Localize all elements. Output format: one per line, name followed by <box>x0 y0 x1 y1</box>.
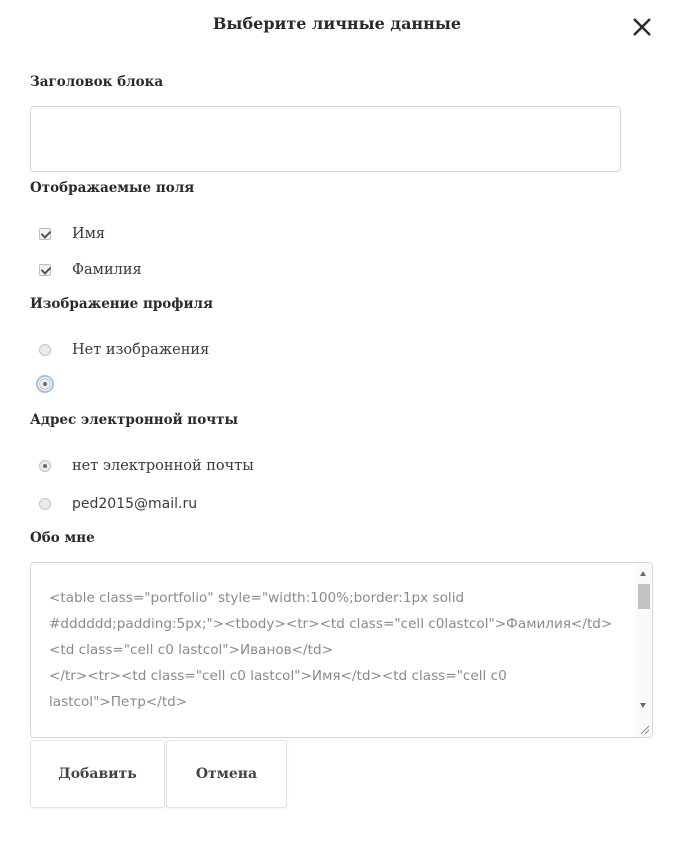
image-radio[interactable] <box>36 375 54 393</box>
email-address-radio[interactable] <box>39 498 51 510</box>
surname-checkbox[interactable] <box>39 264 51 276</box>
name-checkbox[interactable] <box>39 228 51 240</box>
name-checkbox-label: Имя <box>72 226 106 242</box>
no-image-radio[interactable] <box>39 344 51 356</box>
no-email-radio[interactable] <box>39 460 51 472</box>
about-label: Обо мне <box>30 530 95 546</box>
scroll-thumb[interactable] <box>638 584 650 609</box>
cancel-button[interactable]: Отмена <box>166 740 287 808</box>
surname-checkbox-label: Фамилия <box>72 262 142 278</box>
profile-image-label: Изображение профиля <box>30 296 213 312</box>
scroll-up-icon[interactable] <box>640 571 646 576</box>
no-image-radio-label: Нет изображения <box>72 342 210 358</box>
email-option-address[interactable]: ped2015@mail.ru <box>39 493 197 515</box>
close-button[interactable] <box>627 12 657 42</box>
close-icon[interactable] <box>627 12 657 42</box>
block-title-label: Заголовок блока <box>30 74 164 90</box>
about-textarea[interactable]: <table class="portfolio" style="width:10… <box>30 562 653 738</box>
email-label: Адрес электронной почты <box>30 412 238 428</box>
profile-option-image[interactable] <box>36 373 72 395</box>
profile-option-no-image[interactable]: Нет изображения <box>39 339 209 361</box>
scroll-down-icon[interactable] <box>640 703 646 708</box>
email-option-none[interactable]: нет электронной почты <box>39 455 254 477</box>
field-option-surname[interactable]: Фамилия <box>39 259 142 281</box>
add-button[interactable]: Добавить <box>30 740 165 808</box>
no-email-radio-label: нет электронной почты <box>72 458 254 474</box>
field-option-name[interactable]: Имя <box>39 223 105 245</box>
dialog-title: Выберите личные данные <box>212 14 462 33</box>
resize-grip-icon[interactable] <box>640 725 650 735</box>
email-address-radio-label: ped2015@mail.ru <box>72 496 198 512</box>
fields-label: Отображаемые поля <box>30 180 195 196</box>
about-textarea-content[interactable]: <table class="portfolio" style="width:10… <box>49 585 629 715</box>
block-title-input[interactable] <box>30 106 621 172</box>
textarea-scrollbar[interactable] <box>635 563 652 737</box>
